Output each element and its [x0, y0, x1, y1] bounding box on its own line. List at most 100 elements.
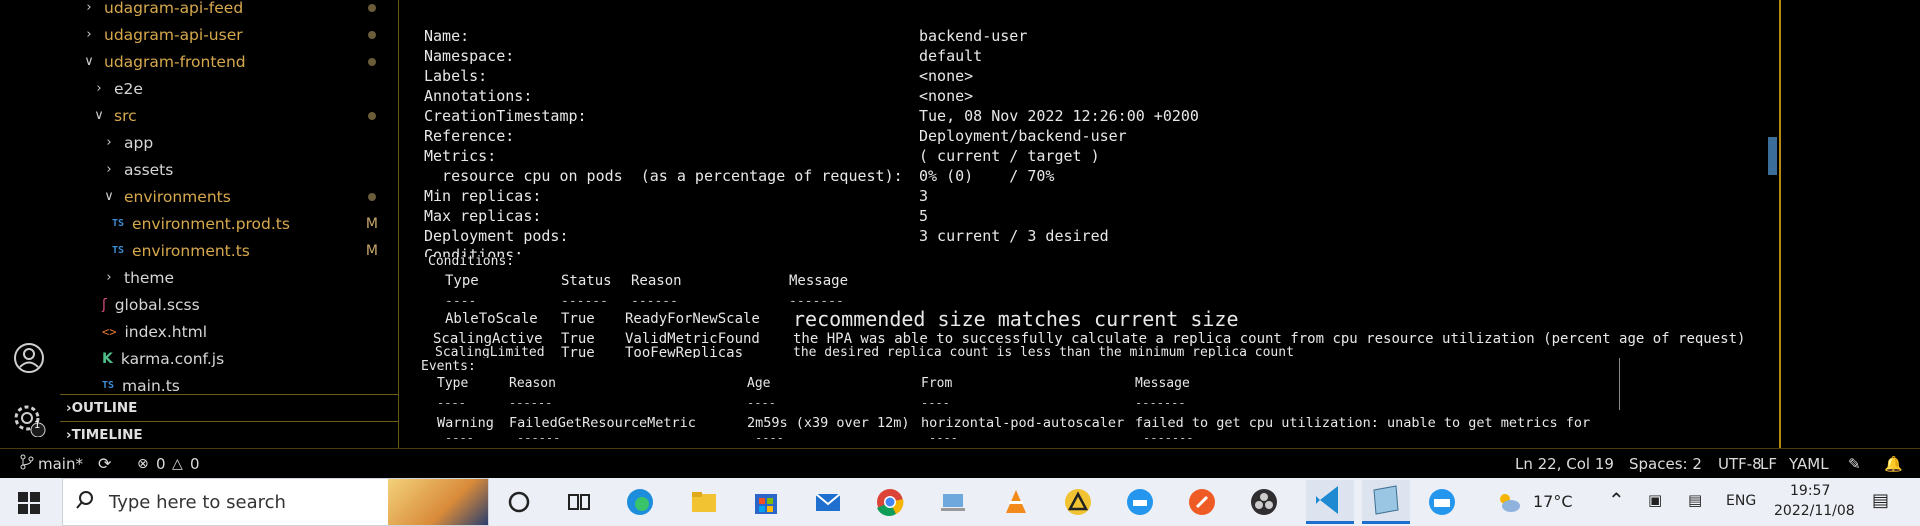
terminal-panel[interactable]: Name: backend-user Namespace: default Labels…	[399, 0, 1777, 448]
feedback-icon[interactable]: ✎	[1848, 455, 1861, 473]
warning-count[interactable]: 0	[190, 455, 200, 473]
timeline-label: TIMELINE	[71, 427, 143, 443]
windows-start-icon[interactable]	[18, 492, 40, 514]
microsoft-store-icon[interactable]	[750, 486, 782, 518]
encoding[interactable]: UTF-8	[1718, 455, 1762, 473]
events-header-message: Message	[1135, 376, 1190, 391]
field-value: 0% (0) / 70%	[919, 167, 1055, 185]
notifications-bell-icon[interactable]: 🔔	[1884, 455, 1903, 473]
file-explorer-icon[interactable]	[688, 486, 720, 518]
tree-item[interactable]: TS environment.prod.ts M	[60, 210, 398, 237]
vscode-icon[interactable]	[1306, 480, 1354, 524]
edge-browser-icon[interactable]	[624, 486, 656, 518]
warning-icon: △	[172, 455, 183, 472]
field-key: resource cpu on pods (as a percentage of…	[424, 167, 903, 185]
network-icon[interactable]: ▤	[1688, 491, 1702, 509]
tree-item-label: assets	[124, 160, 174, 179]
events-dash-from: ----	[921, 396, 950, 410]
tree-item[interactable]: Kkarma.conf.js	[60, 345, 398, 372]
chevron-right-icon: ›	[86, 0, 92, 15]
condition-message: the desired replica count is less than t…	[793, 345, 1294, 358]
events-dash2-from: ----	[929, 431, 958, 440]
clock-date[interactable]: 2022/11/08	[1774, 503, 1855, 519]
notification-center-icon[interactable]: ▤	[1872, 490, 1889, 511]
task-view-icon[interactable]	[563, 486, 595, 518]
chevron-right-icon: ›	[86, 27, 92, 42]
outline-section[interactable]: › OUTLINE	[60, 394, 398, 421]
field-key: Name:	[424, 27, 470, 45]
conditions-label: Conditions:	[428, 254, 515, 269]
field-key: Max replicas:	[424, 207, 542, 225]
tree-item-label: udagram-frontend	[104, 52, 246, 71]
obs-icon[interactable]	[1248, 486, 1280, 518]
tree-item[interactable]: › assets	[60, 156, 398, 183]
events-dash-reason: ------	[509, 396, 553, 410]
tree-item[interactable]: › udagram-api-feed	[60, 0, 398, 21]
events-dash2-type: ----	[445, 431, 474, 440]
typescript-file-icon: TS	[102, 380, 115, 391]
mail-icon[interactable]	[812, 486, 844, 518]
tree-item[interactable]: › udagram-api-user	[60, 21, 398, 48]
accounts-icon[interactable]	[12, 341, 46, 375]
meet-now-icon[interactable]: ▣	[1648, 491, 1662, 509]
language-mode[interactable]: YAML	[1789, 455, 1829, 473]
cursor-position[interactable]: Ln 22, Col 19	[1515, 455, 1614, 473]
taskbar-search-box[interactable]: Type here to search	[62, 478, 489, 526]
weather-temperature[interactable]: 17°C	[1533, 492, 1573, 511]
field-key: Namespace:	[424, 47, 515, 65]
docker-icon[interactable]	[1124, 486, 1156, 518]
indentation[interactable]: Spaces: 2	[1629, 455, 1702, 473]
branch-icon	[20, 454, 34, 474]
tree-item[interactable]: ∨ src	[60, 102, 398, 129]
chevron-right-icon: ›	[96, 81, 102, 96]
clock-time[interactable]: 19:57	[1790, 483, 1830, 499]
manage-gear-icon[interactable]: 1	[12, 403, 46, 438]
error-count[interactable]: 0	[156, 455, 166, 473]
typescript-file-icon: TS	[112, 245, 125, 256]
condition-type: AbleToScale	[445, 311, 538, 327]
vlc-icon[interactable]	[1000, 486, 1032, 518]
tree-item-label: global.scss	[114, 295, 200, 314]
tree-item-label: main.ts	[122, 376, 180, 395]
html-file-icon: <>	[102, 324, 117, 339]
app-triangle-icon[interactable]	[1062, 486, 1094, 518]
docker-desktop-icon[interactable]	[1426, 486, 1458, 518]
condition-status: True	[561, 345, 595, 358]
scss-file-icon: ʃ	[102, 296, 107, 313]
branch-label[interactable]: main*	[38, 455, 83, 473]
terminal-scrollbar-thumb[interactable]	[1768, 137, 1777, 175]
line-ending[interactable]: LF	[1760, 455, 1777, 473]
tree-item[interactable]: ʃ global.scss	[60, 291, 398, 318]
git-modified-badge: M	[365, 215, 378, 232]
status-bar: main* ⟳ ⊗ 0 △ 0 Ln 22, Col 19 Spaces: 2 …	[0, 448, 1920, 478]
tray-overflow-chevron-icon[interactable]: ⌃	[1608, 488, 1625, 512]
modified-dot-icon	[368, 3, 376, 12]
field-key: Reference:	[424, 127, 515, 145]
notepad-app-icon[interactable]	[1362, 480, 1410, 524]
timeline-section[interactable]: › TIMELINE	[60, 421, 398, 448]
weather-icon[interactable]	[1492, 486, 1524, 518]
tree-item[interactable]: › app	[60, 129, 398, 156]
sync-icon[interactable]: ⟳	[98, 454, 111, 473]
input-language[interactable]: ENG	[1726, 493, 1756, 509]
events-dash-message: -------	[1135, 396, 1186, 410]
cortana-icon[interactable]	[503, 486, 535, 518]
tree-item[interactable]: ∨ environments	[60, 183, 398, 210]
tree-item[interactable]: TS environment.ts M	[60, 237, 398, 264]
tree-item[interactable]: › theme	[60, 264, 398, 291]
postman-icon[interactable]	[1186, 486, 1218, 518]
tree-item[interactable]: ∨ udagram-frontend	[60, 48, 398, 75]
events-header-age: Age	[747, 376, 771, 391]
condition-status: True	[561, 311, 595, 327]
field-value: <none>	[919, 87, 974, 105]
event-message: failed to get cpu utilization: unable to…	[1135, 415, 1591, 431]
field-key: Labels:	[424, 67, 488, 85]
this-pc-icon[interactable]	[937, 486, 969, 518]
tree-item-label: udagram-api-user	[104, 25, 243, 44]
chrome-icon[interactable]	[874, 486, 906, 518]
conditions-header-reason: Reason	[631, 273, 682, 289]
field-value: 5	[919, 207, 929, 225]
tree-item[interactable]: › e2e	[60, 75, 398, 102]
field-value: Tue, 08 Nov 2022 12:26:00 +0200	[919, 107, 1199, 125]
tree-item[interactable]: <> index.html	[60, 318, 398, 345]
